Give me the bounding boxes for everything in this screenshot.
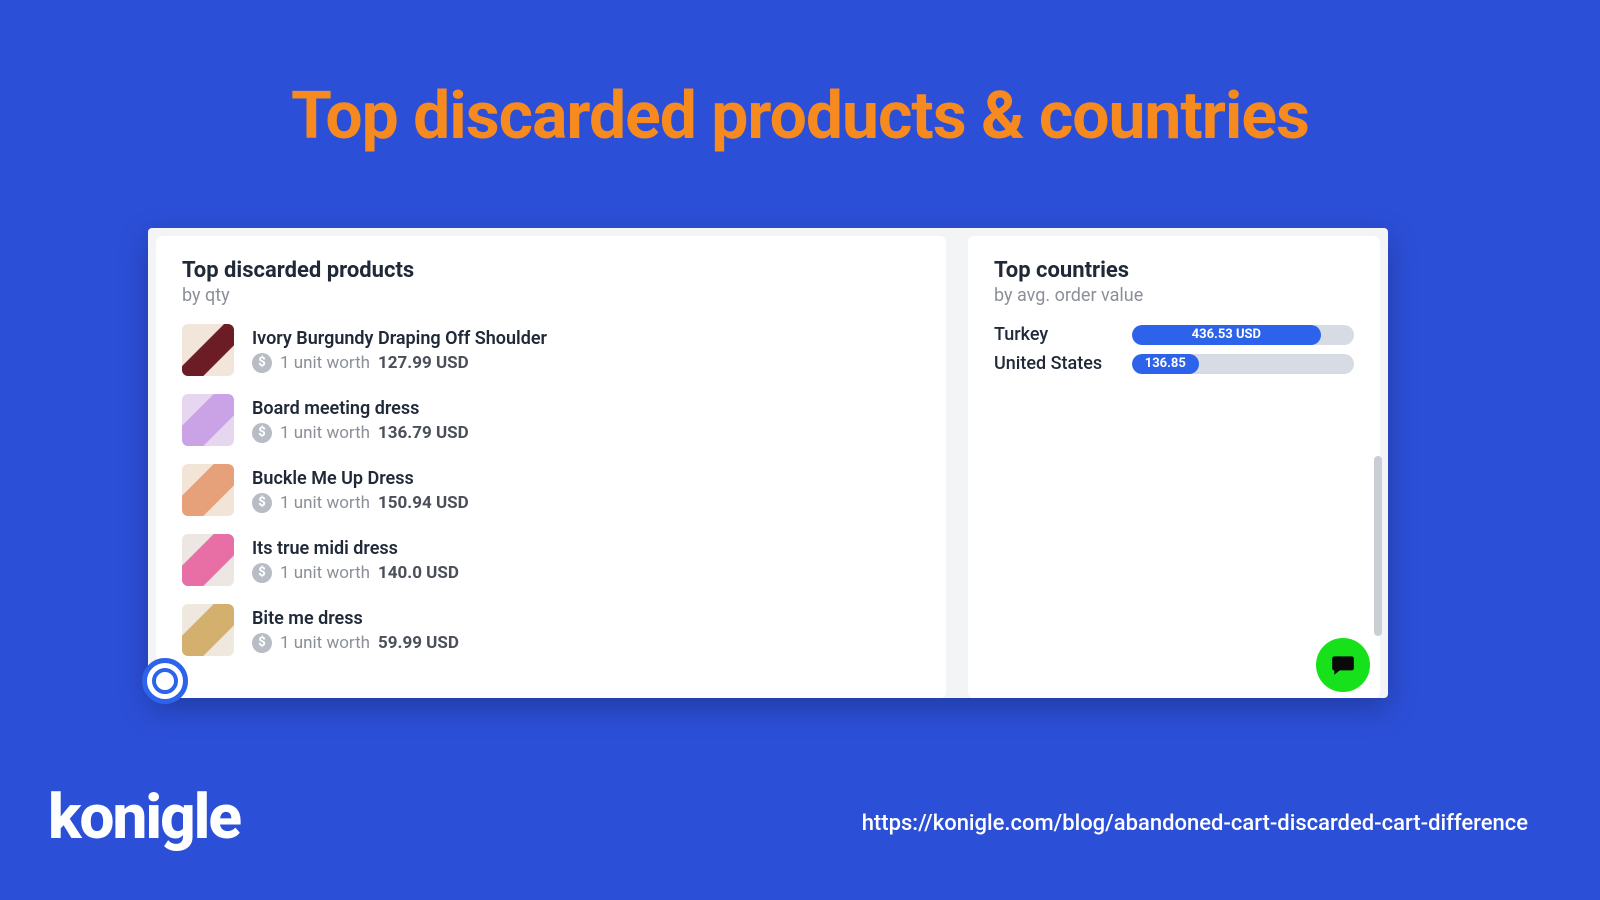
brand-logo: konigle: [48, 781, 240, 854]
source-url: https://konigle.com/blog/abandoned-cart-…: [862, 811, 1528, 836]
product-thumbnail: [182, 464, 234, 516]
worth-value: 127.99 USD: [378, 353, 469, 373]
product-row[interactable]: Its true midi dress $ 1 unit worth 140.0…: [182, 534, 920, 586]
country-row: Turkey 436.53 USD: [994, 324, 1354, 345]
top-discarded-products-panel: Top discarded products by qty Ivory Burg…: [156, 236, 946, 698]
product-name: Buckle Me Up Dress: [252, 468, 469, 489]
currency-icon: $: [252, 353, 272, 373]
worth-value: 140.0 USD: [378, 563, 459, 583]
worth-value: 59.99 USD: [378, 633, 459, 653]
product-worth: $ 1 unit worth 150.94 USD: [252, 493, 469, 513]
bar-fill: 136.85: [1132, 354, 1199, 374]
worth-prefix: 1 unit worth: [280, 563, 370, 583]
product-row[interactable]: Bite me dress $ 1 unit worth 59.99 USD: [182, 604, 920, 656]
product-thumbnail: [182, 324, 234, 376]
currency-icon: $: [252, 423, 272, 443]
product-name: Ivory Burgundy Draping Off Shoulder: [252, 328, 547, 349]
worth-prefix: 1 unit worth: [280, 423, 370, 443]
country-name: United States: [994, 353, 1114, 374]
bar-track: 136.85: [1132, 354, 1354, 374]
slide-title: Top discarded products & countries: [0, 0, 1600, 155]
product-name: Board meeting dress: [252, 398, 469, 419]
product-worth: $ 1 unit worth 127.99 USD: [252, 353, 547, 373]
country-name: Turkey: [994, 324, 1114, 345]
worth-value: 150.94 USD: [378, 493, 469, 513]
dashboard-screenshot: Top discarded products by qty Ivory Burg…: [148, 228, 1388, 698]
product-thumbnail: [182, 604, 234, 656]
help-icon[interactable]: [142, 658, 188, 704]
country-row: United States 136.85: [994, 353, 1354, 374]
bar-fill: 436.53 USD: [1132, 325, 1321, 345]
scrollbar[interactable]: [1374, 456, 1382, 636]
currency-icon: $: [252, 493, 272, 513]
bar-track: 436.53 USD: [1132, 325, 1354, 345]
product-row[interactable]: Board meeting dress $ 1 unit worth 136.7…: [182, 394, 920, 446]
worth-value: 136.79 USD: [378, 423, 469, 443]
worth-prefix: 1 unit worth: [280, 353, 370, 373]
top-countries-panel: Top countries by avg. order value Turkey…: [968, 236, 1380, 698]
product-name: Its true midi dress: [252, 538, 459, 559]
product-worth: $ 1 unit worth 140.0 USD: [252, 563, 459, 583]
product-worth: $ 1 unit worth 59.99 USD: [252, 633, 459, 653]
chat-icon: [1330, 652, 1356, 678]
panel-subtitle: by avg. order value: [994, 285, 1354, 306]
chat-fab[interactable]: [1316, 638, 1370, 692]
product-row[interactable]: Ivory Burgundy Draping Off Shoulder $ 1 …: [182, 324, 920, 376]
currency-icon: $: [252, 563, 272, 583]
panel-title: Top countries: [994, 258, 1354, 283]
product-thumbnail: [182, 534, 234, 586]
product-worth: $ 1 unit worth 136.79 USD: [252, 423, 469, 443]
product-row[interactable]: Buckle Me Up Dress $ 1 unit worth 150.94…: [182, 464, 920, 516]
worth-prefix: 1 unit worth: [280, 633, 370, 653]
product-thumbnail: [182, 394, 234, 446]
panel-subtitle: by qty: [182, 285, 920, 306]
panel-title: Top discarded products: [182, 258, 920, 283]
worth-prefix: 1 unit worth: [280, 493, 370, 513]
product-name: Bite me dress: [252, 608, 459, 629]
currency-icon: $: [252, 633, 272, 653]
